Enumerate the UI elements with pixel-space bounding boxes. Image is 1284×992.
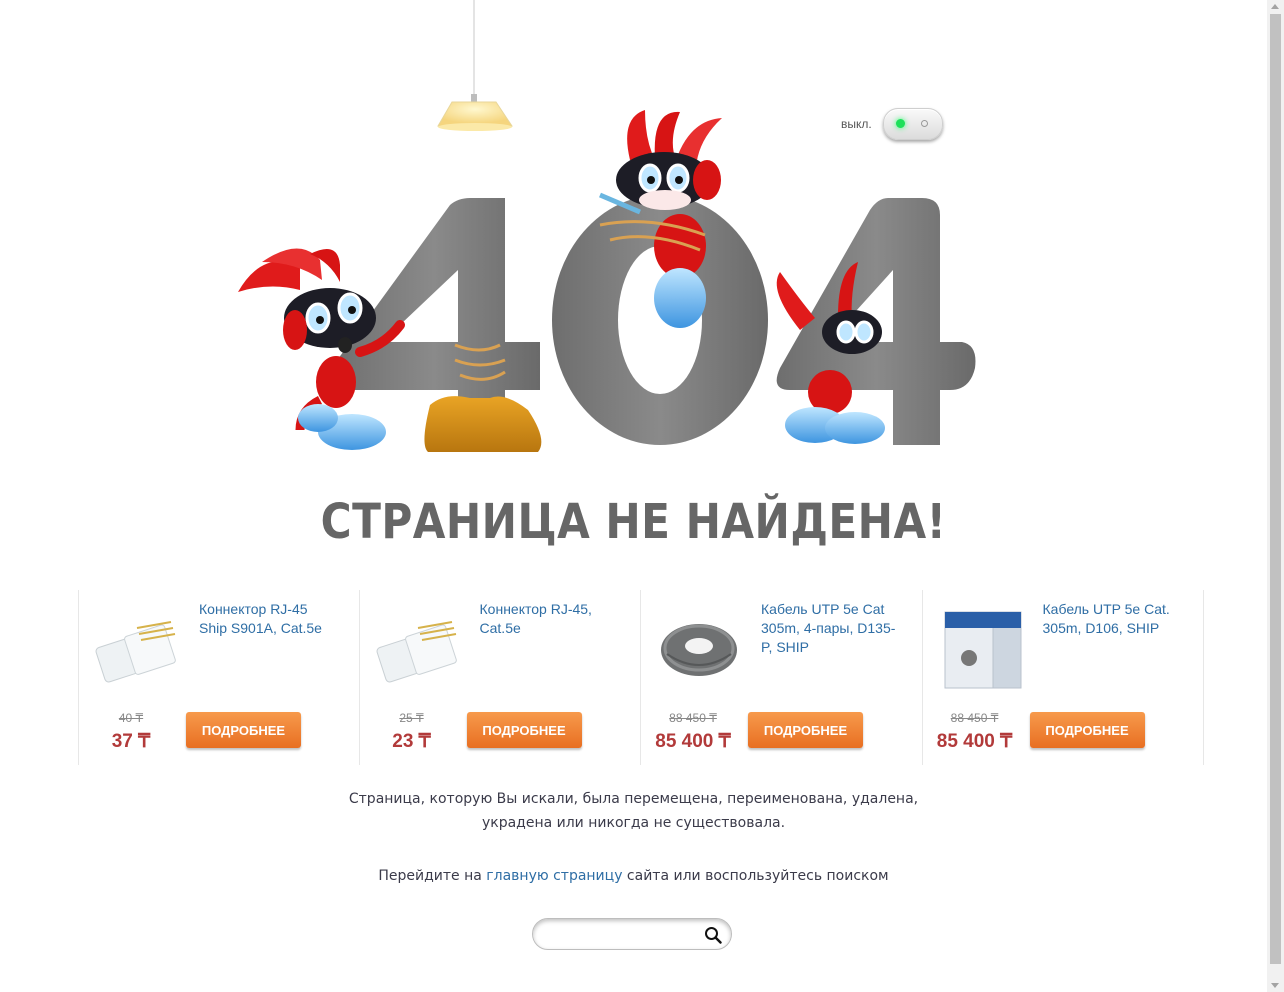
price: 37 ₸ xyxy=(111,731,151,752)
not-found-message: Страница, которую Вы искали, была переме… xyxy=(0,787,1267,835)
search-box xyxy=(532,918,732,950)
product-name-link[interactable]: Кабель UTP 5e Cat. 305m, D106, SHIP xyxy=(1043,600,1183,638)
old-price: 25 ₸ xyxy=(399,711,424,725)
details-button[interactable]: ПОДРОБНЕЕ xyxy=(186,712,301,748)
hint-suffix: сайта или воспользуйтесь поиском xyxy=(622,868,889,884)
mascot-left xyxy=(238,248,405,450)
price: 85 400 ₸ xyxy=(936,731,1013,752)
product-name-link[interactable]: Коннектор RJ-45 Ship S901A, Cat.5e xyxy=(199,600,339,638)
product-list: Коннектор RJ-45 Ship S901A, Cat.5e 40 ₸ … xyxy=(78,590,1205,765)
cable-box-icon[interactable] xyxy=(935,600,1027,696)
scroll-up-arrow-icon[interactable] xyxy=(1271,4,1279,9)
navigation-hint: Перейдите на главную страницу сайта или … xyxy=(0,864,1267,888)
product-card: Коннектор RJ-45 Ship S901A, Cat.5e 40 ₸ … xyxy=(78,590,360,765)
scrollbar-thumb[interactable] xyxy=(1270,14,1281,964)
lamp-switch-label: выкл. xyxy=(841,117,872,131)
switch-knob-icon xyxy=(921,120,928,127)
rj45-connector-icon[interactable] xyxy=(91,600,183,696)
details-button[interactable]: ПОДРОБНЕЕ xyxy=(466,712,582,748)
details-button[interactable]: ПОДРОБНЕЕ xyxy=(1029,712,1145,748)
rj45-connector-icon[interactable] xyxy=(372,600,464,696)
product-card: Кабель UTP 5e Cat 305m, 4-пары, D135-P, … xyxy=(641,590,923,765)
old-price: 88 450 ₸ xyxy=(950,711,999,725)
price: 23 ₸ xyxy=(392,731,431,752)
product-card: Коннектор RJ-45, Cat.5e 25 ₸ 23 ₸ ПОДРОБ… xyxy=(360,590,642,765)
product-card: Кабель UTP 5e Cat. 305m, D106, SHIP 88 4… xyxy=(923,590,1205,765)
home-page-link[interactable]: главную страницу xyxy=(486,868,622,884)
search-icon[interactable] xyxy=(704,926,722,944)
scroll-down-arrow-icon[interactable] xyxy=(1271,983,1279,988)
ceiling-lamp xyxy=(437,0,513,131)
switch-indicator-led xyxy=(896,119,905,128)
hero-illustration xyxy=(238,0,976,452)
page-title: СТРАНИЦА НЕ НАЙДЕНА! xyxy=(320,494,947,550)
old-price: 40 ₸ xyxy=(118,711,144,725)
page-scrollbar[interactable] xyxy=(1267,0,1284,992)
price: 85 400 ₸ xyxy=(655,731,731,752)
product-name-link[interactable]: Коннектор RJ-45, Cat.5e xyxy=(480,600,620,638)
product-name-link[interactable]: Кабель UTP 5e Cat 305m, 4-пары, D135-P, … xyxy=(761,600,901,657)
lamp-toggle-switch[interactable] xyxy=(883,108,943,140)
cable-coil-icon[interactable] xyxy=(653,600,745,696)
message-line-1: Страница, которую Вы искали, была переме… xyxy=(348,791,919,807)
old-price: 88 450 ₸ xyxy=(669,711,717,725)
search-input[interactable] xyxy=(545,924,699,946)
details-button[interactable]: ПОДРОБНЕЕ xyxy=(748,712,864,748)
message-line-2: украдена или никогда не существовала. xyxy=(481,815,786,831)
hint-prefix: Перейдите на xyxy=(378,868,487,884)
